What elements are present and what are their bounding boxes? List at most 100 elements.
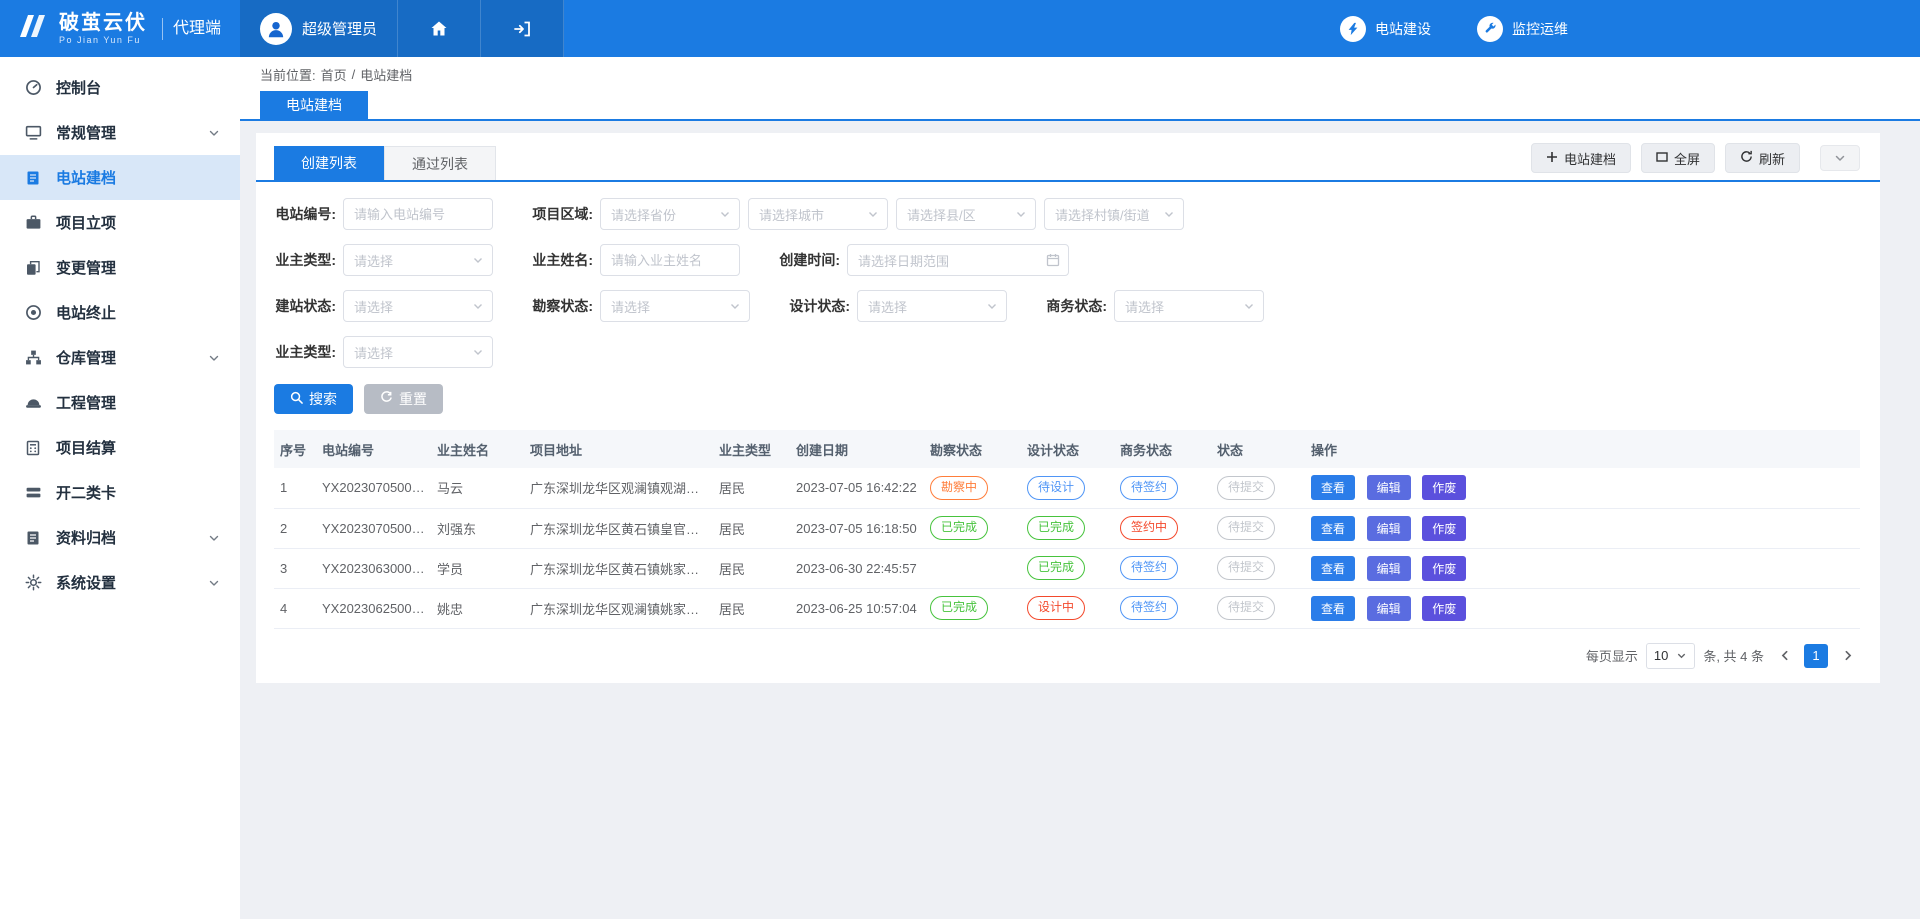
cell-owner: 刘强东 [431,508,524,548]
design-status-select[interactable]: 请选择 [857,290,1007,322]
edit-button[interactable]: 编辑 [1367,556,1411,581]
cell-no: 1 [274,468,316,508]
owner-type2-placeholder: 请选择 [354,343,393,362]
owner-name-input[interactable] [600,244,740,276]
chevron-down-icon [472,346,484,358]
nav-monitor-ops[interactable]: 监控运维 [1477,16,1568,42]
edit-button[interactable]: 编辑 [1367,516,1411,541]
plus-icon [1546,151,1558,166]
collapse-button[interactable] [1820,145,1860,171]
build-status-placeholder: 请选择 [354,297,393,316]
sidebar-item-label: 常规管理 [56,122,116,143]
per-page-select[interactable]: 10 [1646,643,1695,669]
design-status-badge: 设计中 [1027,596,1085,620]
sidebar-item-station-archive[interactable]: 电站建档 [0,155,240,200]
create-time-placeholder: 请选择日期范围 [858,251,949,270]
chevron-left-icon[interactable] [1772,644,1796,668]
col-header-business: 商务状态 [1114,430,1211,468]
chevron-down-icon [719,208,731,220]
business-status-badge: 待签约 [1120,596,1178,620]
edit-button[interactable]: 编辑 [1367,596,1411,621]
build-status-select[interactable]: 请选择 [343,290,493,322]
page-header-strip: 当前位置: 首页 / 电站建档 电站建档 [240,57,1920,121]
chevron-down-icon [867,208,879,220]
cell-no: 3 [274,548,316,588]
page-tab-station-archive[interactable]: 电站建档 [260,91,368,119]
city-placeholder: 请选择城市 [759,205,824,224]
chevron-down-icon [472,300,484,312]
sidebar-item-second-class-card[interactable]: 开二类卡 [0,470,240,515]
chevron-down-icon [1163,208,1175,220]
chevron-right-icon[interactable] [1836,644,1860,668]
stop-icon [24,304,42,322]
province-select[interactable]: 请选择省份 [600,198,740,230]
lightning-icon [1340,16,1366,42]
reset-button[interactable]: 重置 [364,384,443,414]
chevron-down-icon [729,300,741,312]
tab-passed-list[interactable]: 通过列表 [384,146,496,180]
page-number-1[interactable]: 1 [1804,644,1828,668]
home-button[interactable] [398,0,481,57]
chevron-down-icon [208,127,220,139]
status-badge: 待提交 [1217,556,1275,580]
fullscreen-icon [1656,151,1668,166]
edit-button[interactable]: 编辑 [1367,475,1411,500]
county-select[interactable]: 请选择县/区 [896,198,1036,230]
void-button[interactable]: 作废 [1422,475,1466,500]
sidebar-item-system-settings[interactable]: 系统设置 [0,560,240,605]
user-menu[interactable]: 超级管理员 [240,0,398,57]
business-status-badge: 待签约 [1120,476,1178,500]
sidebar-item-label: 开二类卡 [56,482,116,503]
filter-row-3: 建站状态: 请选择 勘察状态: 请选择 [274,290,1860,322]
cell-created: 2023-07-05 16:42:22 [790,468,924,508]
logout-button[interactable] [481,0,564,57]
void-button[interactable]: 作废 [1422,516,1466,541]
owner-type2-select[interactable]: 请选择 [343,336,493,368]
nav-monitor-ops-label: 监控运维 [1512,19,1568,39]
briefcase-icon [24,214,42,232]
business-status-select[interactable]: 请选择 [1114,290,1264,322]
create-station-button[interactable]: 电站建档 [1531,143,1631,173]
col-header-code: 电站编号 [316,430,431,468]
sidebar-item-change-management[interactable]: 变更管理 [0,245,240,290]
void-button[interactable]: 作废 [1422,596,1466,621]
nav-station-build[interactable]: 电站建设 [1340,16,1431,42]
view-button[interactable]: 查看 [1311,596,1355,621]
breadcrumb-home[interactable]: 首页 [321,65,347,84]
sidebar-item-general-management[interactable]: 常规管理 [0,110,240,155]
data-table: 序号 电站编号 业主姓名 项目地址 业主类型 创建日期 勘察状态 设计状态 商务… [274,430,1860,629]
survey-status-select[interactable]: 请选择 [600,290,750,322]
cell-type: 居民 [713,508,790,548]
tab-create-list[interactable]: 创建列表 [274,146,384,180]
document-icon [24,169,42,187]
refresh-button[interactable]: 刷新 [1725,143,1800,173]
void-button[interactable]: 作废 [1422,556,1466,581]
sidebar-item-station-termination[interactable]: 电站终止 [0,290,240,335]
content-area: 创建列表 通过列表 电站建档 全屏 [240,121,1920,919]
fullscreen-button[interactable]: 全屏 [1641,143,1715,173]
sidebar-item-project-initiation[interactable]: 项目立项 [0,200,240,245]
design-status-badge: 待设计 [1027,476,1085,500]
owner-type-label: 业主类型: [274,250,336,270]
search-button[interactable]: 搜索 [274,384,353,414]
sidebar-item-project-settlement[interactable]: 项目结算 [0,425,240,470]
sidebar-item-engineering-management[interactable]: 工程管理 [0,380,240,425]
sidebar-item-console[interactable]: 控制台 [0,65,240,110]
owner-type-select[interactable]: 请选择 [343,244,493,276]
view-button[interactable]: 查看 [1311,556,1355,581]
reset-label: 重置 [399,389,427,409]
survey-status-badge: 勘察中 [930,476,988,500]
create-time-range-picker[interactable]: 请选择日期范围 [847,244,1069,276]
reset-icon [380,391,393,407]
owner-name-label: 业主姓名: [531,250,593,270]
view-button[interactable]: 查看 [1311,516,1355,541]
sidebar-item-data-archive[interactable]: 资料归档 [0,515,240,560]
fullscreen-label: 全屏 [1674,149,1700,168]
view-button[interactable]: 查看 [1311,475,1355,500]
cell-code: YX2023070500010 [316,508,431,548]
station-code-input[interactable] [343,198,493,230]
sidebar-item-warehouse-management[interactable]: 仓库管理 [0,335,240,380]
town-select[interactable]: 请选择村镇/街道 [1044,198,1184,230]
city-select[interactable]: 请选择城市 [748,198,888,230]
logo-icon [14,11,50,46]
